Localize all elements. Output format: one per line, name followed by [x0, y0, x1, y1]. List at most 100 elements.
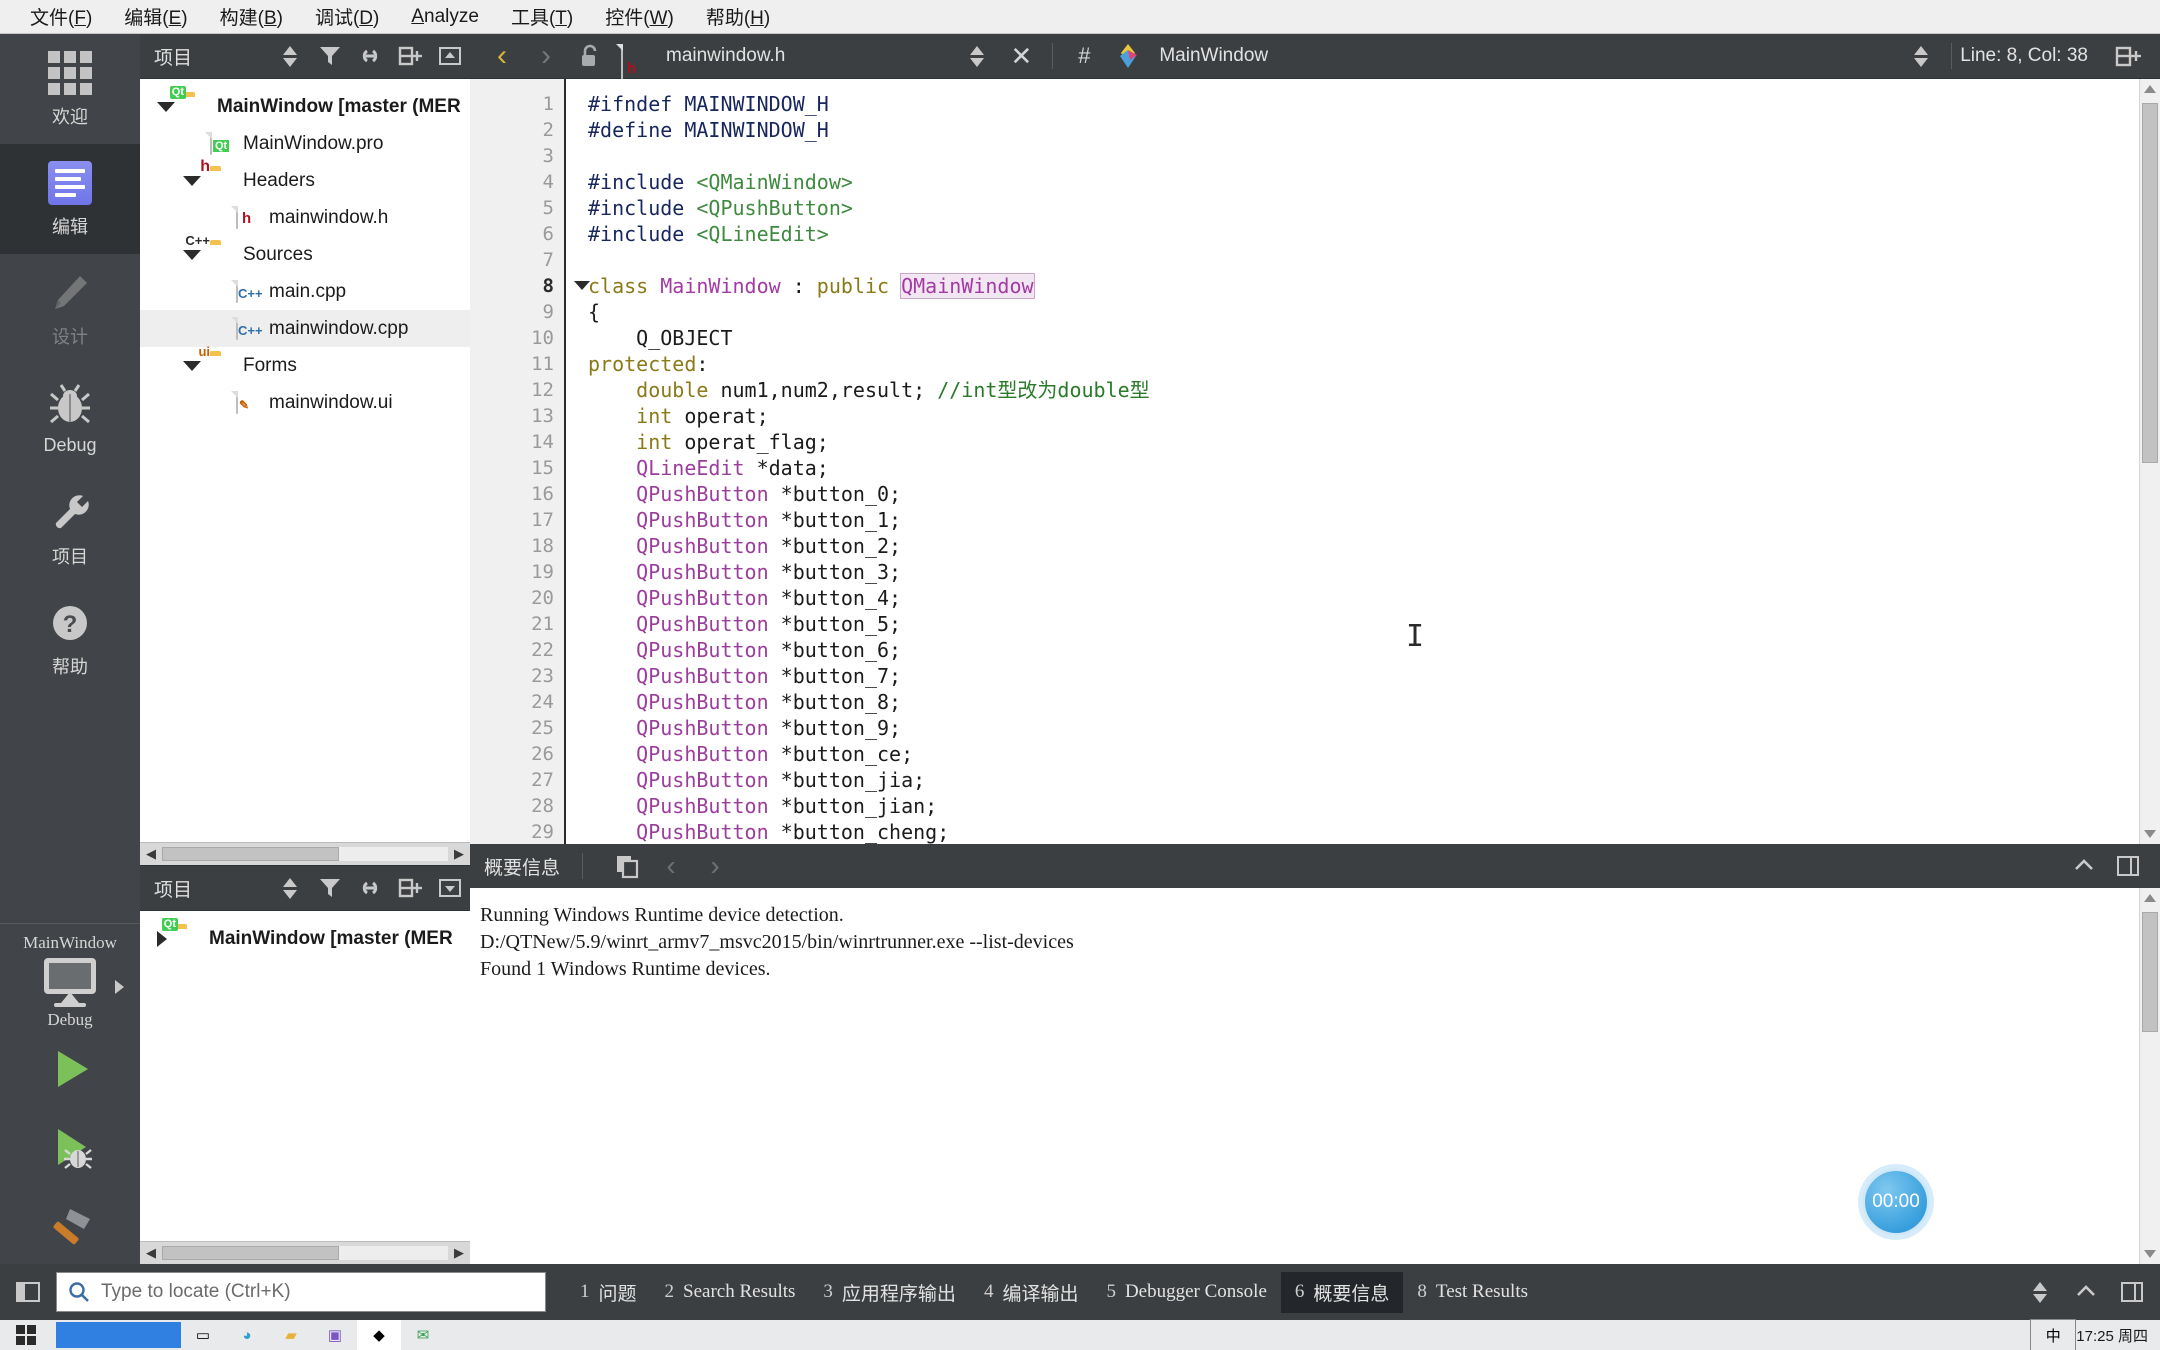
collapse-icon[interactable]: [430, 36, 470, 76]
menu-item-build[interactable]: 构建(B): [204, 1, 299, 32]
mode-button-help[interactable]: ? 帮助: [0, 584, 140, 694]
sidebar-icon[interactable]: [8, 1272, 48, 1312]
hscroll-track[interactable]: [162, 847, 448, 861]
tree-item[interactable]: h mainwindow.h: [140, 199, 470, 236]
output-tab-3[interactable]: 3 应用程序输出: [809, 1272, 970, 1313]
statusbar-maximize-icon[interactable]: [2112, 1272, 2152, 1312]
secondary-tree-hscrollbar[interactable]: ◀ ▶: [140, 1241, 470, 1264]
vscroll-up-icon[interactable]: [2144, 85, 2156, 93]
tree-item[interactable]: ✎ mainwindow.ui: [140, 384, 470, 421]
task-view-icon[interactable]: ▭: [181, 1320, 225, 1350]
editor-filename[interactable]: mainwindow.h: [666, 45, 785, 67]
run-button[interactable]: [0, 1030, 140, 1108]
updown-arrows-icon[interactable]: [955, 36, 999, 76]
hscroll-thumb-2[interactable]: [162, 1246, 340, 1260]
menu-item-debug[interactable]: 调试(D): [299, 1, 395, 32]
scroll-left-icon-2[interactable]: ◀: [140, 1245, 162, 1261]
tree-item[interactable]: C++ main.cpp: [140, 273, 470, 310]
vscroll-down-icon[interactable]: [2144, 830, 2156, 838]
mode-button-design[interactable]: 设计: [0, 254, 140, 364]
code-text-area[interactable]: #ifndef MAINWINDOW_H #define MAINWINDOW_H…: [566, 79, 2139, 844]
menu-item-help[interactable]: 帮助(H): [690, 1, 786, 32]
output-tab-5[interactable]: 5 Debugger Console: [1092, 1274, 1280, 1310]
menu-item-tools[interactable]: 工具(T): [495, 1, 589, 32]
project-tree-hscrollbar[interactable]: ◀ ▶: [140, 842, 470, 865]
kit-selector[interactable]: MainWindow Debug: [0, 923, 140, 1030]
output-tab-2[interactable]: 2 Search Results: [651, 1274, 810, 1310]
line-col-stepper-icon[interactable]: [1899, 36, 1943, 76]
output-pane-body[interactable]: Running Windows Runtime device detection…: [470, 888, 2160, 1264]
link-icon-2[interactable]: [350, 868, 390, 908]
link-icon[interactable]: [350, 36, 390, 76]
statusbar-updown-arrows-icon[interactable]: [2020, 1272, 2060, 1312]
menu-item-edit[interactable]: 编辑(E): [108, 1, 203, 32]
tree-item[interactable]: h Headers: [140, 158, 470, 199]
tree-item[interactable]: Qt MainWindow.pro: [140, 125, 470, 162]
menu-item-analyze[interactable]: Analyze: [395, 4, 495, 30]
maximize-icon[interactable]: [2106, 846, 2150, 886]
chevron-left-icon[interactable]: ‹: [480, 36, 524, 76]
output-tab-4[interactable]: 4 编译输出: [970, 1272, 1093, 1313]
next-arrow-icon[interactable]: ›: [693, 846, 737, 886]
mode-button-projects[interactable]: 项目: [0, 474, 140, 584]
mail-icon[interactable]: ✉: [401, 1320, 445, 1350]
tree-item[interactable]: C++ Sources: [140, 234, 470, 273]
tree-item[interactable]: ui Forms: [140, 345, 470, 384]
scroll-right-icon[interactable]: ▶: [448, 846, 470, 862]
output-tab-bar[interactable]: 1 问题 2 Search Results 3 应用程序输出 4 编译输出 5 Debugger …: [566, 1271, 2020, 1313]
menu-item-file[interactable]: 文件(F): [14, 1, 108, 32]
menu-item-widgets[interactable]: 控件(W): [589, 1, 690, 32]
scroll-right-icon-2[interactable]: ▶: [448, 1245, 470, 1261]
explorer-icon[interactable]: ▰: [269, 1320, 313, 1350]
editor-symbol-name[interactable]: MainWindow: [1159, 45, 1268, 67]
sync-updown-icon[interactable]: [270, 36, 310, 76]
hscroll-track-2[interactable]: [162, 1246, 448, 1260]
prev-arrow-icon[interactable]: ‹: [649, 846, 693, 886]
windows-start-icon[interactable]: [0, 1320, 52, 1350]
caret-down-icon[interactable]: [183, 249, 201, 260]
output-vscroll-down-icon[interactable]: [2144, 1250, 2156, 1258]
code-editor[interactable]: 1 2 3 4 5 6 7 8 9 10 11 12 13 14 15 16 17 18 19 20 21 22 23 24 2…: [470, 79, 2160, 844]
taskbar-search-box[interactable]: [56, 1322, 181, 1348]
scroll-left-icon[interactable]: ◀: [140, 846, 162, 862]
sync-updown-icon-2[interactable]: [270, 868, 310, 908]
vscroll-thumb[interactable]: [2142, 103, 2158, 463]
output-tab-8[interactable]: 8 Test Results: [1403, 1274, 1542, 1310]
build-button[interactable]: [0, 1186, 140, 1264]
project-tree[interactable]: Qt MainWindow [master (MER Qt MainWindow.pr…: [140, 79, 470, 842]
caret-down-icon[interactable]: [183, 360, 201, 371]
edge-icon[interactable]: ◕: [225, 1320, 269, 1350]
hscroll-thumb[interactable]: [162, 847, 340, 861]
secondary-project-tree[interactable]: Qt MainWindow [master (MER: [140, 911, 470, 1241]
chevron-up-icon[interactable]: [2062, 846, 2106, 886]
statusbar-chevron-up-icon[interactable]: [2066, 1272, 2106, 1312]
editor-vscrollbar[interactable]: [2139, 79, 2160, 844]
kit-expand-arrow-icon[interactable]: [115, 980, 124, 994]
caret-down-icon[interactable]: [183, 175, 201, 186]
qt-icon[interactable]: ◆: [357, 1320, 401, 1350]
caret-down-icon[interactable]: [157, 101, 175, 112]
copy-icon[interactable]: [605, 846, 649, 886]
tree-item[interactable]: C++ mainwindow.cpp: [140, 310, 470, 347]
split-add-icon-2[interactable]: [390, 868, 430, 908]
close-dock-icon[interactable]: [430, 868, 470, 908]
split-add-icon[interactable]: [390, 36, 430, 76]
mode-button-edit[interactable]: 编辑: [0, 144, 140, 254]
output-vscrollbar[interactable]: [2139, 888, 2160, 1264]
output-vscroll-thumb[interactable]: [2142, 912, 2158, 1032]
filter-icon-2[interactable]: [310, 868, 350, 908]
close-x-icon[interactable]: ✕: [999, 36, 1043, 76]
chevron-right-icon[interactable]: ›: [524, 36, 568, 76]
tree-item[interactable]: Qt MainWindow [master (MER: [140, 917, 470, 957]
split-editor-icon[interactable]: [2106, 36, 2150, 76]
debug-run-button[interactable]: [0, 1108, 140, 1186]
output-tab-1[interactable]: 1 问题: [566, 1272, 651, 1313]
unlock-icon[interactable]: [568, 36, 612, 76]
output-tab-6[interactable]: 6 概要信息: [1280, 1271, 1404, 1313]
output-vscroll-up-icon[interactable]: [2144, 894, 2156, 902]
mode-button-debug[interactable]: Debug: [0, 364, 140, 474]
mode-button-welcome[interactable]: 欢迎: [0, 34, 140, 144]
filter-icon[interactable]: [310, 36, 350, 76]
caret-right-icon[interactable]: [157, 930, 167, 947]
ime-icon[interactable]: 中: [2030, 1319, 2077, 1350]
